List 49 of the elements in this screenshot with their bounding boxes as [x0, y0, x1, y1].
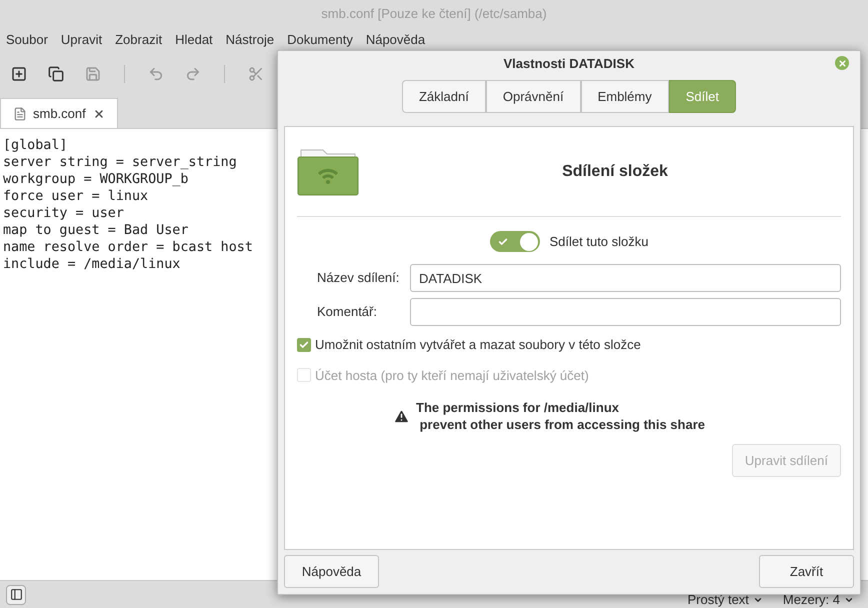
status-dropdown[interactable]: Mezery: 4: [782, 593, 854, 608]
menu-item[interactable]: Upravit: [60, 30, 102, 50]
code-line: workgroup = WORKGROUP_b: [3, 171, 188, 188]
text-field[interactable]: DATADISK: [410, 264, 841, 292]
checkbox-label: Účet hosta (pro ty kteří nemají uživatelský účet): [315, 366, 589, 385]
side-panel-button[interactable]: [6, 584, 26, 604]
side-panel-icon: [10, 588, 22, 601]
check-icon: [299, 340, 309, 350]
menu-item[interactable]: Soubor: [6, 30, 48, 50]
warning-message: The permissions for /media/linux prevent other users from accessing this share: [416, 399, 705, 433]
document-icon: [13, 106, 27, 120]
dropdown-caret-icon: [844, 595, 854, 605]
code-line: server string = server_string: [3, 154, 237, 171]
close-icon: [838, 58, 846, 68]
close-button[interactable]: [835, 56, 849, 70]
menu-item[interactable]: Nástroje: [226, 30, 274, 50]
menu-item[interactable]: Zobrazit: [115, 30, 162, 50]
dialog-tab[interactable]: Emblémy: [580, 80, 669, 113]
field-label: Název sdílení:: [316, 269, 400, 288]
check-icon: [498, 236, 508, 246]
checkbox-label: Umožnit ostatním vytvářet a mazat soubory v této složce: [315, 336, 641, 354]
toggle-label: Sdílet tuto složku: [550, 232, 648, 251]
file-tab[interactable]: smb.conf: [0, 98, 118, 128]
code-line: map to guest = Bad User: [3, 222, 188, 239]
status-dropdown[interactable]: Prostý text: [688, 593, 763, 608]
dialog-tab[interactable]: Základní: [402, 80, 486, 113]
menu-item[interactable]: Nápověda: [366, 30, 426, 50]
code-line: name resolve order = bcast host: [3, 239, 253, 256]
warning-icon: [393, 408, 410, 424]
dropdown-caret-icon: [752, 595, 763, 605]
section-heading: Sdílení složek: [561, 162, 668, 182]
code-line: security = user: [3, 205, 124, 222]
shared-folder-icon: [297, 148, 359, 196]
tab-label: smb.conf: [33, 104, 86, 123]
menu-item[interactable]: Hledat: [175, 30, 213, 50]
close-icon[interactable]: [93, 108, 105, 120]
share-toggle[interactable]: [490, 231, 540, 252]
help-button[interactable]: Nápověda: [284, 555, 379, 588]
dialog-title: Vlastnosti DATADISK: [504, 55, 634, 74]
window-title: smb.conf [Pouze ke čtení] (/etc/samba): [321, 5, 547, 24]
field-label: Komentář:: [316, 303, 378, 322]
menu-item[interactable]: Dokumenty: [287, 30, 353, 50]
checkbox[interactable]: [297, 338, 311, 352]
close-dialog-button[interactable]: Zavřít: [759, 555, 854, 588]
text-field[interactable]: [410, 298, 841, 326]
code-line: force user = linux: [3, 188, 148, 205]
dialog-tab[interactable]: Oprávnění: [486, 80, 581, 113]
code-line: [global]: [3, 137, 68, 154]
code-line: include = /media/linux: [3, 256, 180, 273]
